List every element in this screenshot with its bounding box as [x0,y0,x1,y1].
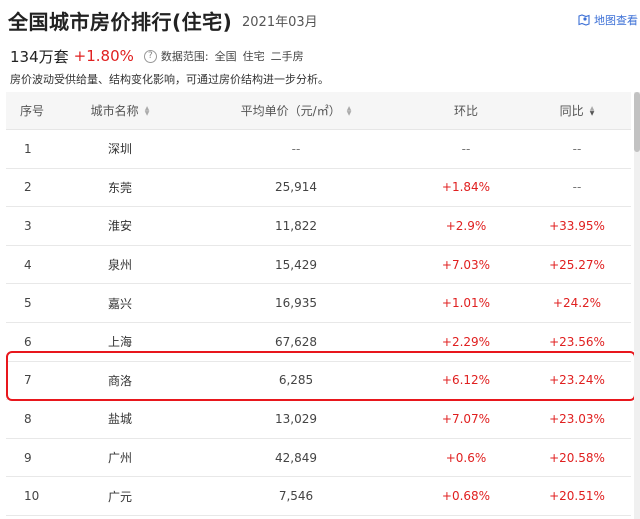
row-price: 7,546 [278,489,314,504]
table-row[interactable]: 5 嘉兴 16,935 +1.01% +24.2% [6,284,631,323]
sort-icon[interactable]: ▲ ▼ [145,105,150,116]
row-mom: +1.84% [441,180,491,195]
data-range-label: 数据范围: [160,50,209,63]
row-city[interactable]: 广州 [80,439,160,477]
table-row-highlighted[interactable]: 7 商洛 6,285 +6.12% +23.24% [6,362,631,401]
row-yoy: -- [572,141,582,156]
row-city[interactable]: 盐城 [80,400,160,438]
page-title: 全国城市房价排行(住宅) [8,10,233,34]
header-rank: 序号 [20,104,45,118]
row-rank: 8 [24,411,32,426]
row-rank: 7 [24,373,32,388]
row-rank: 6 [24,334,32,349]
table-row[interactable]: 6 上海 67,628 +2.29% +23.56% [6,323,631,362]
row-mom: +1.01% [441,296,491,311]
scrollbar-thumb[interactable] [634,92,640,152]
row-rank: 1 [24,141,32,156]
table-row[interactable]: 2 东莞 25,914 +1.84% -- [6,169,631,208]
table-row[interactable]: 3 淮安 11,822 +2.9% +33.95% [6,207,631,246]
row-mom: +6.12% [441,373,491,388]
range-option-residential[interactable]: 住宅 [243,48,265,64]
vertical-scrollbar[interactable] [634,92,640,519]
header-yoy[interactable]: 同比 ▲ ▼ [516,92,638,129]
row-rank: 10 [24,489,40,504]
row-yoy: -- [572,180,582,195]
row-price: 16,935 [275,296,317,311]
row-yoy: +33.95% [549,218,605,233]
row-rank: 4 [24,257,32,272]
row-mom: +2.29% [441,334,491,349]
row-city[interactable]: 上海 [80,323,160,361]
row-yoy: +24.2% [552,296,602,311]
row-price: 13,029 [275,411,317,426]
row-city[interactable]: 深圳 [80,130,160,168]
row-yoy: +23.03% [549,411,605,426]
row-city[interactable]: 广元 [80,477,160,515]
row-city[interactable]: 商洛 [80,362,160,400]
table-row[interactable]: 9 广州 42,849 +0.6% +20.58% [6,439,631,478]
total-change: +1.80% [73,47,134,65]
row-rank: 5 [24,296,32,311]
report-date: 2021年03月 [242,15,318,30]
row-city[interactable]: 淮安 [80,207,160,245]
table-row[interactable]: 8 盐城 13,029 +7.07% +23.03% [6,400,631,439]
row-mom: +7.07% [441,411,491,426]
row-price: 42,849 [275,450,317,465]
row-city[interactable]: 嘉兴 [80,284,160,322]
city-price-table: 序号 城市名称 ▲ ▼ 平均单价（元/㎡） ▲ ▼ 环比 同比 ▲ ▼ 1 深圳 --… [6,92,631,516]
row-mom: +0.68% [441,489,491,504]
row-mom: +2.9% [445,218,487,233]
row-price: 11,822 [275,218,317,233]
table-row[interactable]: 1 深圳 -- -- -- [6,130,631,169]
row-yoy: +23.24% [549,373,605,388]
row-city[interactable]: 泉州 [80,246,160,284]
row-mom: +7.03% [441,257,491,272]
row-rank: 2 [24,180,32,195]
range-option-nation[interactable]: 全国 [215,48,237,64]
range-option-secondhand[interactable]: 二手房 [271,48,304,64]
header-city[interactable]: 城市名称 ▲ ▼ [80,92,160,129]
map-pin-icon [577,13,591,27]
price-note: 房价波动受供给量、结构变化影响，可通过房价结构进一步分析。 [10,73,329,86]
map-view-link[interactable]: 地图查看 [577,12,638,28]
page-header: 全国城市房价排行(住宅) 2021年03月 地图查看 [0,0,640,44]
row-yoy: +25.27% [549,257,605,272]
row-price: 6,285 [278,373,314,388]
help-icon[interactable]: ? [143,49,157,63]
row-mom: -- [461,141,471,156]
sort-icon[interactable]: ▲ ▼ [590,105,595,116]
row-yoy: +23.56% [549,334,605,349]
table-header-row: 序号 城市名称 ▲ ▼ 平均单价（元/㎡） ▲ ▼ 环比 同比 ▲ ▼ [6,92,631,130]
table-row[interactable]: 10 广元 7,546 +0.68% +20.51% [6,477,631,516]
row-price: 25,914 [275,180,317,195]
map-view-label: 地图查看 [594,14,638,27]
row-rank: 3 [24,218,32,233]
row-price: 15,429 [275,257,317,272]
row-mom: +0.6% [445,450,487,465]
summary-bar: 134万套 +1.80% ? 数据范围: 全国 住宅 二手房 [10,44,304,68]
row-rank: 9 [24,450,32,465]
total-count: 134万套 [10,47,69,66]
table-row[interactable]: 4 泉州 15,429 +7.03% +25.27% [6,246,631,285]
row-yoy: +20.51% [549,489,605,504]
row-yoy: +20.58% [549,450,605,465]
row-price: 67,628 [275,334,317,349]
sort-icon[interactable]: ▲ ▼ [347,105,352,116]
header-price[interactable]: 平均单价（元/㎡） ▲ ▼ [221,92,371,129]
row-price: -- [291,141,301,156]
row-city[interactable]: 东莞 [80,169,160,207]
header-mom: 环比 [453,104,478,118]
